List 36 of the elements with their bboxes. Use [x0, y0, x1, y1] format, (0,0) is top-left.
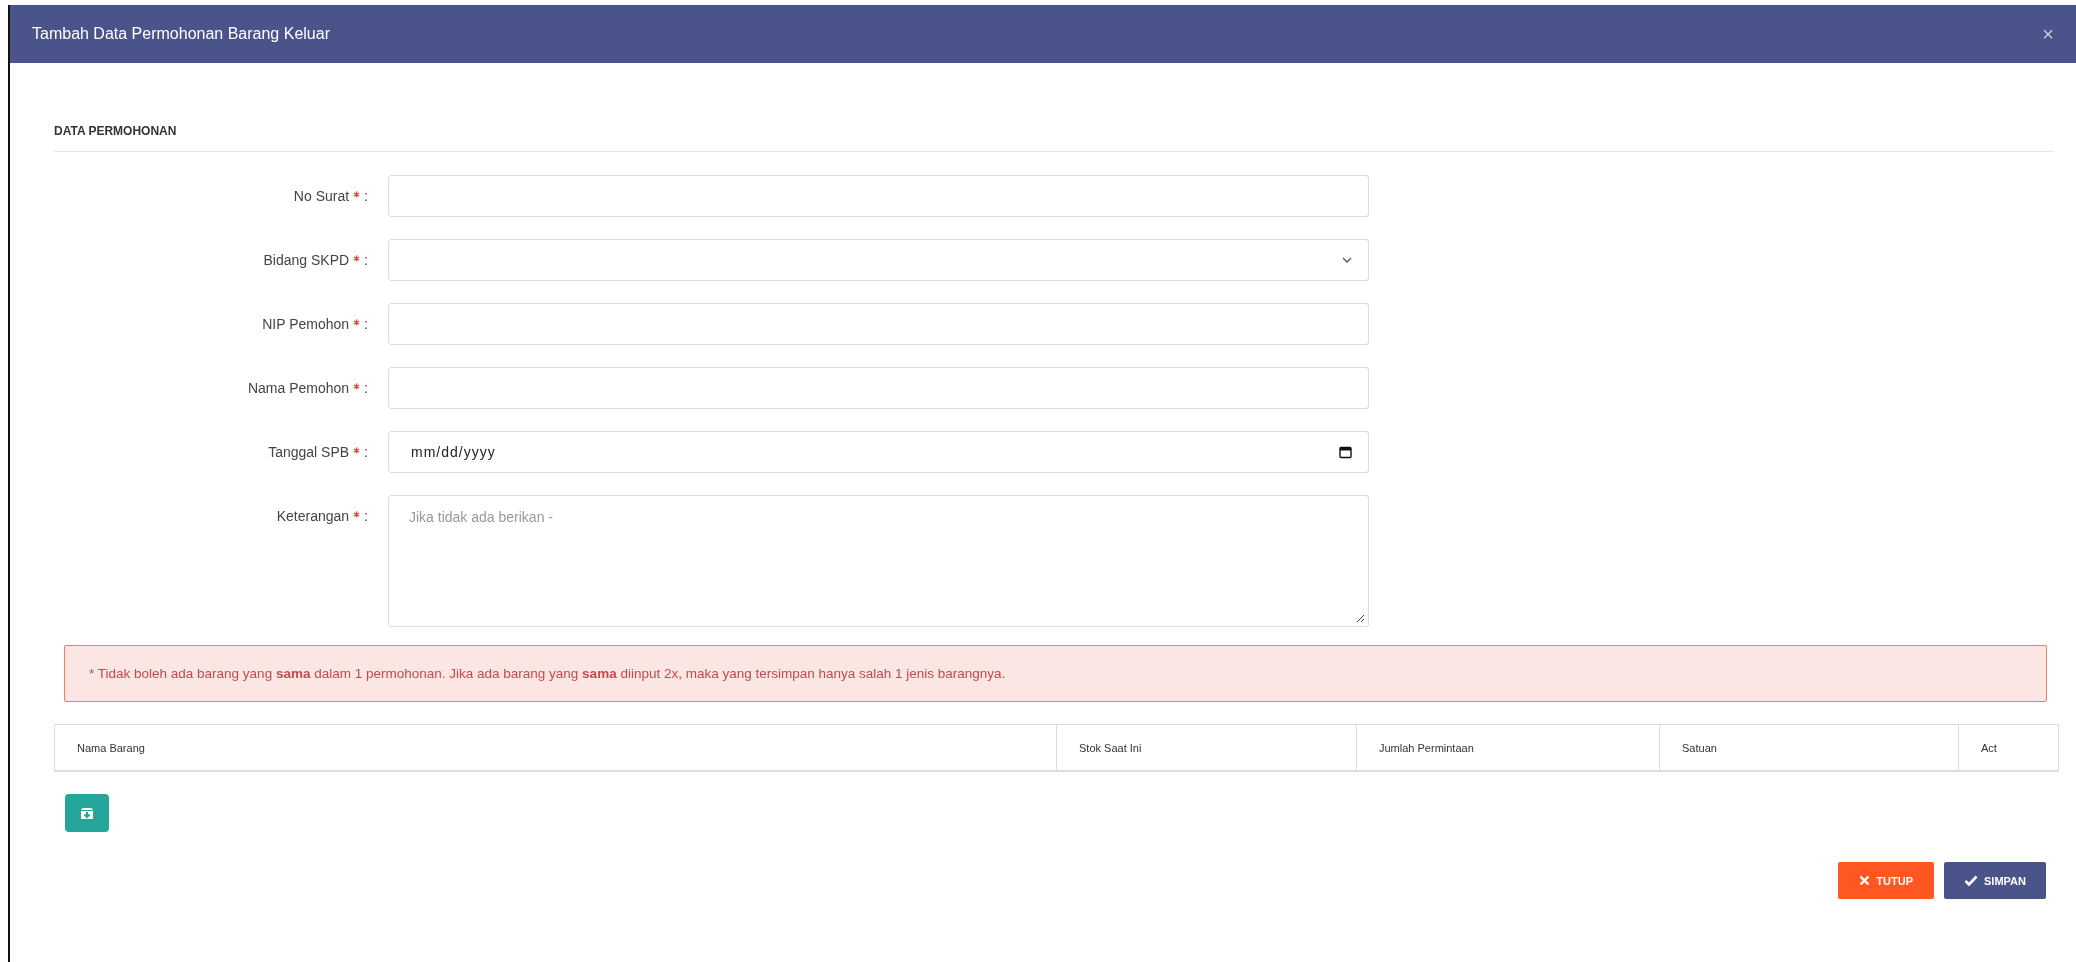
textarea-field[interactable]: Jika tidak ada berikan - — [388, 495, 1369, 627]
warning-alert: * Tidak boleh ada barang yang sama dalam 1 permohonan. Jika ada barang yang sama diinput 2x, maka yang tersimpan hanya salah 1 jenis barangnya. — [64, 645, 2047, 702]
calendar-icon — [1339, 445, 1352, 459]
date-field[interactable]: mm/dd/yyyy — [388, 431, 1369, 473]
field-label: No Surat — [293, 188, 350, 204]
input-field[interactable] — [388, 367, 1369, 409]
field-label: Nama Pemohon — [247, 380, 350, 396]
column-header: Nama Barang — [55, 725, 1057, 770]
select-field[interactable] — [388, 239, 1369, 281]
modal-title: Tambah Data Permohonan Barang Keluar — [32, 25, 330, 43]
chevron-down-icon — [1342, 257, 1352, 263]
label-colon: : — [364, 508, 368, 524]
column-header: Satuan — [1660, 725, 1959, 770]
column-header: Act — [1980, 740, 1998, 756]
field-label: Keterangan — [276, 508, 350, 524]
close-button[interactable]: × — [2038, 22, 2058, 46]
input-field[interactable] — [388, 175, 1369, 217]
field-label: Tanggal SPB — [268, 444, 350, 460]
field-label: Bidang SKPD — [263, 252, 350, 268]
section-title: DATA PERMOHONAN — [54, 124, 2054, 152]
resize-grip-icon — [1356, 614, 1365, 623]
label-colon: : — [364, 444, 368, 460]
field-label: NIP Pemohon — [262, 316, 350, 332]
close-button[interactable]: TUTUP — [1838, 862, 1935, 899]
archive-download-icon — [79, 806, 95, 820]
close-icon — [1859, 875, 1871, 886]
column-header: Jumlah Permintaan — [1357, 725, 1660, 770]
add-item-button[interactable] — [65, 794, 109, 832]
save-button[interactable]: SIMPAN — [1944, 862, 2046, 899]
check-icon — [1964, 875, 1979, 886]
input-field[interactable] — [388, 303, 1369, 345]
column-header: Stok Saat Ini — [1057, 725, 1357, 770]
label-colon: : — [364, 380, 368, 396]
label-colon: : — [364, 316, 368, 332]
label-colon: : — [364, 188, 368, 204]
label-colon: : — [364, 252, 368, 268]
